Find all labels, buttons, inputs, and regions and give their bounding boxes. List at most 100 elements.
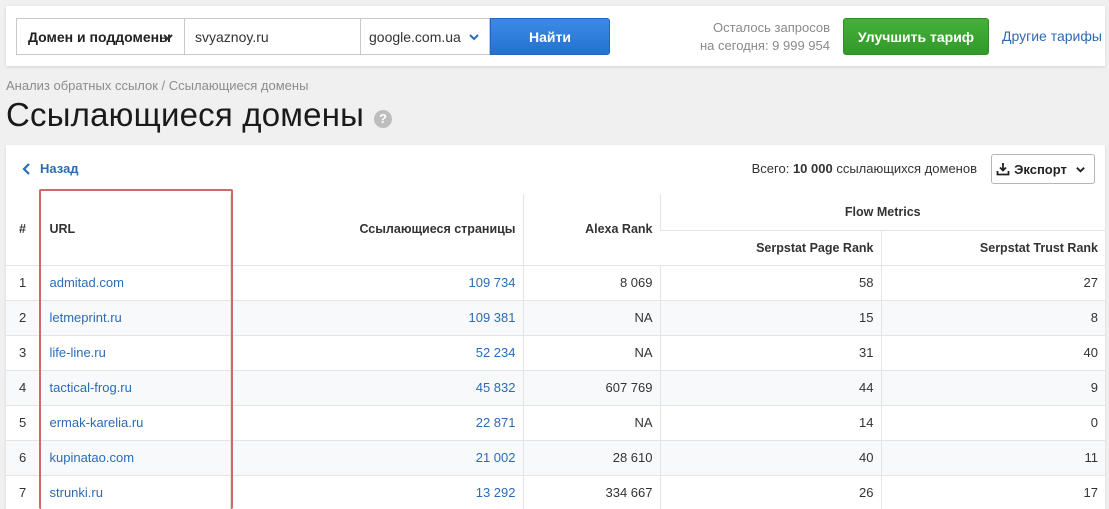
row-trust-rank: 11 [1084, 450, 1099, 465]
row-number: 3 [19, 345, 27, 360]
table-cell: 26 [659, 475, 881, 509]
row-page-rank: 15 [859, 310, 874, 325]
table-cell: 6 [6, 440, 40, 476]
domain-input[interactable] [184, 18, 360, 55]
chevron-down-icon [1076, 166, 1085, 173]
table-row: 5 ermak-karelia.ru 22 871 NA 14 0 [6, 405, 1105, 441]
table-cell: 9 [880, 370, 1105, 406]
table-cell: 1 [6, 265, 40, 301]
table-row: 7 strunki.ru 13 292 334 667 26 17 [6, 475, 1105, 509]
row-url-link[interactable]: strunki.ru [50, 485, 103, 500]
find-button[interactable]: Найти [490, 18, 610, 55]
row-trust-rank: 40 [1083, 345, 1098, 360]
page-title: Ссылающиеся домены [6, 96, 365, 133]
other-plans-link[interactable]: Другие тарифы [1002, 28, 1102, 44]
table-cell: 0 [880, 405, 1105, 441]
row-alexa-rank: 607 769 [605, 380, 653, 395]
referring-domains-panel: Назад Всего: 10 000 ссылающихся доменов … [6, 145, 1105, 509]
table-cell: ermak-karelia.ru [39, 405, 230, 441]
row-page-rank: 44 [859, 380, 874, 395]
search-engine-select[interactable]: google.com.ua [360, 18, 490, 55]
total-prefix: Всего: [751, 161, 793, 176]
table-row: 2 letmeprint.ru 109 381 NA 15 8 [6, 300, 1105, 336]
row-trust-rank: 17 [1083, 485, 1098, 500]
row-pages-link[interactable]: 22 871 [476, 415, 516, 430]
scope-select[interactable]: Домен и поддомены [16, 18, 184, 55]
row-pages-link[interactable]: 13 292 [476, 485, 516, 500]
table-cell: 45 832 [229, 370, 523, 406]
row-url-link[interactable]: letmeprint.ru [50, 310, 122, 325]
total-number: 10 000 [792, 161, 833, 176]
table-cell: letmeprint.ru [39, 300, 230, 336]
table-cell: 3 [6, 335, 40, 371]
table-cell: 109 734 [229, 265, 523, 301]
table-cell: life-line.ru [39, 335, 230, 371]
row-url-link[interactable]: kupinatao.com [50, 450, 135, 465]
col-header-page-rank[interactable]: Serpstat Page Rank [660, 230, 881, 266]
table-cell: 31 [659, 335, 881, 371]
search-engine-label: google.com.ua [369, 28, 461, 45]
row-url-link[interactable]: life-line.ru [50, 345, 106, 360]
row-page-rank: 58 [859, 275, 874, 290]
col-group-flow-metrics: Flow Metrics [659, 194, 1105, 231]
col-header-num: # [6, 194, 40, 266]
row-url-link[interactable]: tactical-frog.ru [50, 380, 132, 395]
back-link[interactable]: Назад [22, 161, 79, 176]
table-cell: NA [522, 405, 660, 441]
table-cell: 28 610 [522, 440, 660, 476]
table-cell: 52 234 [229, 335, 523, 371]
row-url-link[interactable]: admitad.com [50, 275, 124, 290]
col-header-url[interactable]: URL [39, 194, 230, 266]
row-pages-link[interactable]: 109 381 [469, 310, 516, 325]
referring-domains-table: # URL Ссылающиеся страницы Alexa Rank Fl… [6, 194, 1105, 509]
row-page-rank: 31 [859, 345, 874, 360]
chevron-down-icon [469, 34, 479, 41]
row-alexa-rank: 334 667 [605, 485, 653, 500]
table-cell: 7 [6, 475, 40, 509]
chevron-left-icon [22, 162, 30, 175]
col-header-trust-rank[interactable]: Serpstat Trust Rank [880, 230, 1105, 266]
table-cell: 44 [659, 370, 881, 406]
table-cell: 109 381 [229, 300, 523, 336]
help-icon[interactable]: ? [374, 110, 392, 128]
row-pages-link[interactable]: 109 734 [469, 275, 516, 290]
table-cell: 13 292 [229, 475, 523, 509]
table-row: 6 kupinatao.com 21 002 28 610 40 11 [6, 440, 1105, 476]
table-cell: 334 667 [522, 475, 660, 509]
table-row: 3 life-line.ru 52 234 NA 31 40 [6, 335, 1105, 371]
row-alexa-rank: NA [634, 310, 653, 325]
row-alexa-rank: NA [634, 345, 653, 360]
row-number: 5 [19, 415, 27, 430]
row-url-link[interactable]: ermak-karelia.ru [50, 415, 144, 430]
export-button[interactable]: Экспорт [991, 154, 1095, 184]
row-trust-rank: 9 [1090, 380, 1098, 395]
table-cell: tactical-frog.ru [39, 370, 230, 406]
quota-line-2: на сегодня: 9 999 954 [699, 38, 830, 53]
table-cell: 17 [880, 475, 1105, 509]
row-number: 1 [19, 275, 27, 290]
table-cell: strunki.ru [39, 475, 230, 509]
row-pages-link[interactable]: 52 234 [476, 345, 516, 360]
search-group: Домен и поддомены google.com.ua Найти [16, 18, 610, 55]
scope-select-label: Домен и поддомены [28, 28, 172, 45]
download-icon [996, 163, 1010, 176]
top-search-bar: Домен и поддомены google.com.ua Найти Ос… [6, 6, 1105, 66]
col-header-alexa[interactable]: Alexa Rank [522, 194, 660, 266]
upgrade-plan-button[interactable]: Улучшить тариф [843, 18, 989, 55]
back-label: Назад [40, 161, 79, 176]
row-page-rank: 14 [859, 415, 874, 430]
row-number: 6 [19, 450, 27, 465]
table-cell: 58 [659, 265, 881, 301]
table-cell: 5 [6, 405, 40, 441]
table-cell: 607 769 [522, 370, 660, 406]
chevron-down-icon [163, 34, 173, 41]
row-number: 7 [19, 485, 27, 500]
row-trust-rank: 27 [1083, 275, 1098, 290]
row-alexa-rank: 28 610 [612, 450, 653, 465]
row-alexa-rank: 8 069 [619, 275, 653, 290]
row-pages-link[interactable]: 45 832 [476, 380, 516, 395]
row-trust-rank: 0 [1090, 415, 1098, 430]
requests-quota: Осталось запросов на сегодня: 9 999 954 [692, 19, 830, 55]
col-header-pages[interactable]: Ссылающиеся страницы [229, 194, 523, 266]
row-pages-link[interactable]: 21 002 [476, 450, 516, 465]
